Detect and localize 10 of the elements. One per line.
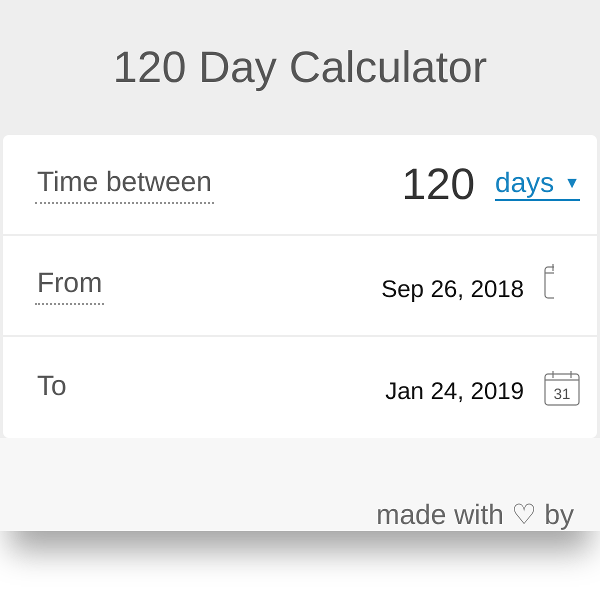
calculator-title: 120 Day Calculator <box>112 42 488 92</box>
field-label: Time between <box>35 166 214 204</box>
date-value[interactable]: Jan 24, 2019 <box>385 378 524 406</box>
field-label: To <box>36 370 68 402</box>
field-label: From <box>35 266 104 304</box>
unit-dropdown[interactable]: days ▼ <box>495 168 580 201</box>
calendar-icon[interactable]: 31 <box>544 370 580 406</box>
date-value[interactable]: Sep 26, 2018 <box>381 276 524 304</box>
footer-credit: made with ♡ by <box>376 498 574 531</box>
number-value[interactable]: 120 <box>402 160 475 210</box>
